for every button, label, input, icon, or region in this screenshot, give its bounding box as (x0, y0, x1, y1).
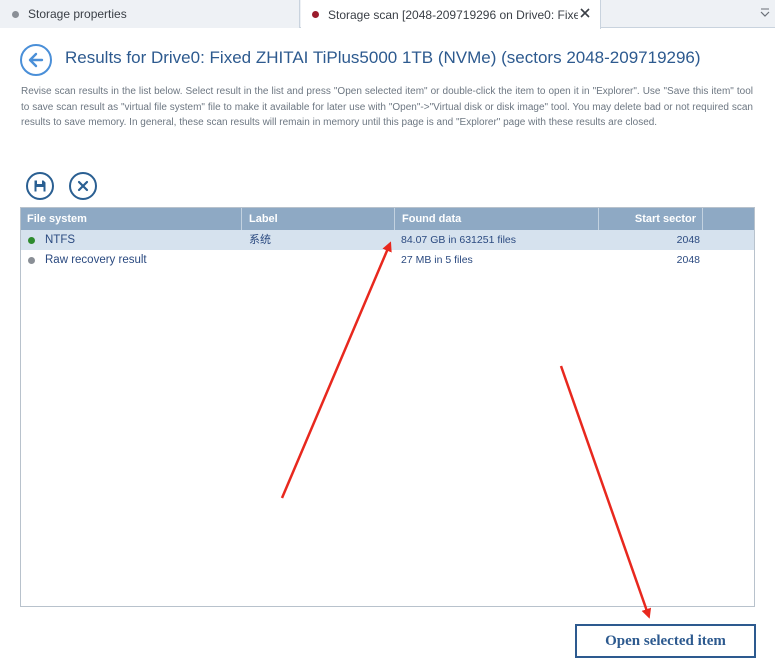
file-system-cell: NTFS (28, 230, 75, 250)
start-sector-cell: 2048 (676, 254, 700, 266)
start-sector-cell: 2048 (676, 234, 700, 246)
scan-results-table[interactable]: File system Label Found data Start secto… (20, 207, 755, 607)
back-button[interactable] (20, 44, 52, 76)
page-title: Results for Drive0: Fixed ZHITAI TiPlus5… (65, 48, 701, 67)
file-system-value: Raw recovery result (45, 254, 147, 266)
table-header: File system Label Found data Start secto… (21, 208, 754, 230)
table-row[interactable]: NTFS 系统 84.07 GB in 631251 files 2048 (21, 230, 754, 250)
column-header-start-sector[interactable]: Start sector (599, 208, 703, 230)
save-item-button[interactable] (26, 172, 54, 200)
found-data-cell: 27 MB in 5 files (401, 254, 473, 266)
tab-list-dropdown-icon[interactable] (759, 7, 771, 19)
column-header-file-system[interactable]: File system (21, 208, 242, 230)
tab-bar: Storage properties Storage scan [2048-20… (0, 0, 775, 29)
tab-status-dot (12, 10, 19, 18)
page-description: Revise scan results in the list below. S… (21, 86, 753, 128)
tab-status-dot (312, 11, 319, 18)
close-x-icon (77, 180, 89, 192)
tab-label: Storage scan [2048-209719296 on Drive0: … (328, 7, 578, 22)
table-row[interactable]: Raw recovery result 27 MB in 5 files 204… (21, 250, 754, 270)
column-header-found-data[interactable]: Found data (395, 208, 599, 230)
file-system-value: NTFS (45, 234, 76, 246)
file-system-cell: Raw recovery result (28, 250, 147, 270)
tab-storage-scan[interactable]: Storage scan [2048-209719296 on Drive0: … (301, 0, 601, 29)
floppy-disk-icon (34, 180, 46, 192)
found-data-cell: 84.07 GB in 631251 files (401, 234, 516, 246)
column-header-label[interactable]: Label (242, 208, 395, 230)
delete-item-button[interactable] (69, 172, 97, 200)
label-cell: 系统 (249, 234, 271, 246)
open-selected-item-button[interactable]: Open selected item (575, 624, 756, 658)
tab-label: Storage properties (28, 7, 127, 21)
tab-storage-properties[interactable]: Storage properties (0, 0, 300, 28)
status-dot-icon (28, 256, 35, 264)
close-icon[interactable] (578, 6, 592, 20)
arrow-left-icon (28, 52, 44, 68)
status-dot-icon (28, 236, 35, 244)
